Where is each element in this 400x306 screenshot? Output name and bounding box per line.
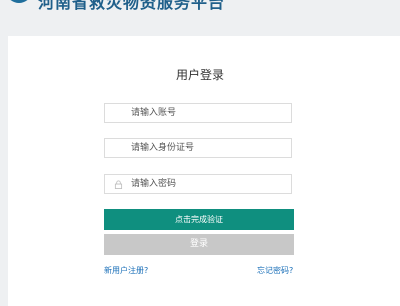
- login-button[interactable]: 登录: [104, 234, 294, 255]
- site-logo-icon: [10, 0, 28, 3]
- top-header: 河南省救灾物资服务平台: [0, 0, 400, 36]
- login-card: 用户登录 点击完成验证 登录 新用户注册? 忘记密码?: [8, 36, 400, 306]
- account-field[interactable]: [104, 103, 292, 123]
- verify-button[interactable]: 点击完成验证: [104, 209, 294, 230]
- forgot-password-link[interactable]: 忘记密码?: [257, 265, 293, 276]
- site-title: 河南省救灾物资服务平台: [38, 0, 226, 12]
- password-field[interactable]: [104, 174, 292, 194]
- register-link[interactable]: 新用户注册?: [104, 265, 148, 276]
- account-input[interactable]: [131, 104, 281, 122]
- id-number-field[interactable]: [104, 138, 292, 158]
- login-title: 用户登录: [175, 68, 224, 82]
- password-input[interactable]: [131, 175, 281, 193]
- lock-icon: [114, 180, 123, 189]
- id-number-input[interactable]: [131, 139, 281, 157]
